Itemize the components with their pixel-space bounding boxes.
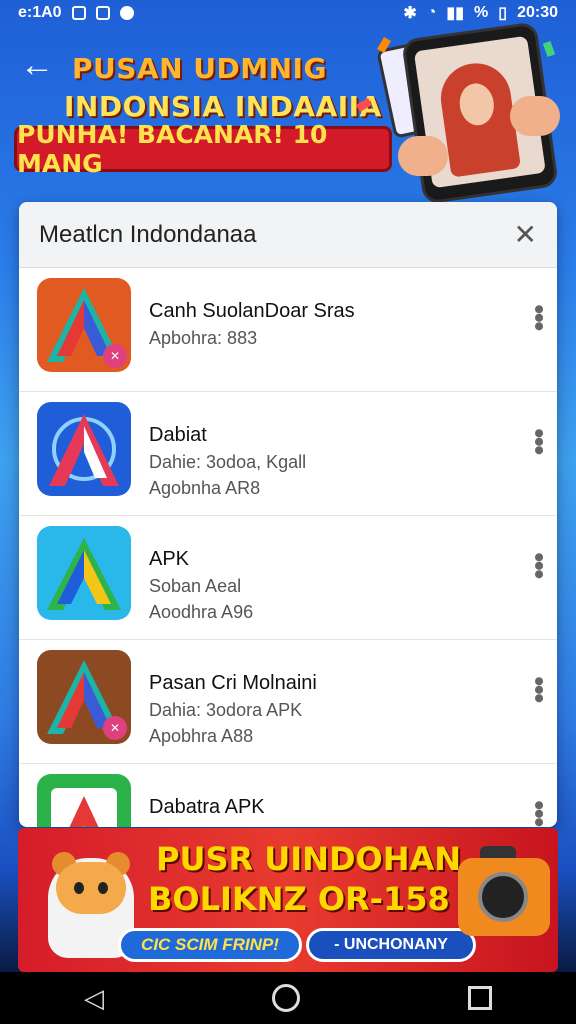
hero-red-banner: PUNHA! BACANAR! 10 MANG (14, 120, 392, 178)
hand-illustration (398, 136, 448, 176)
dialog-header: Meatlcn Indondanaa ✕ (19, 202, 557, 268)
app-detail: Aoodhra A96 (149, 602, 254, 622)
hero-banner: ← PUSAN UDMNIG INDONSIA INDAAIIA PUNHA! … (0, 21, 576, 206)
app-icon: ✕ (37, 650, 131, 744)
dialog-title: Meatlcn Indondanaa (39, 220, 257, 248)
system-nav-bar: ◁ (0, 972, 576, 1024)
app-detail: Agobnha AR8 (149, 478, 261, 498)
app-name: APK (149, 548, 190, 570)
location-icon (119, 6, 134, 20)
list-item[interactable]: Dabatra APK ••• (19, 764, 557, 827)
nav-recents-icon[interactable] (468, 986, 492, 1010)
app-detail: Dahie: 3odoa, Kgall (149, 452, 307, 472)
status-time: 20:30 (517, 4, 558, 21)
more-vert-icon[interactable]: ••• (522, 552, 555, 578)
promo-pill-right[interactable]: - UNCHONANY (306, 928, 476, 962)
list-item[interactable]: APK Soban Aeal Aoodhra A96 ••• (19, 516, 557, 640)
app-name: Dabatra APK (149, 796, 265, 818)
app-detail: Dahia: 3odora APK (149, 700, 303, 720)
app-detail: Apbohra: 883 (149, 328, 258, 348)
badge-icon: ✕ (103, 344, 127, 368)
app-icon: ✕ (37, 278, 131, 372)
promo-title-line2: BOLIKNZ OR-158 (148, 880, 450, 918)
app-name: Dabiat (149, 424, 207, 446)
gallery-notification-icon (95, 6, 110, 20)
status-left-text: e:1A0 (18, 4, 62, 21)
app-list: ✕ Canh SuolanDoar Sras Apbohra: 883 ••• … (19, 268, 557, 827)
hero-title-line2: INDONSIA INDAAIIA (64, 90, 382, 123)
nav-back-icon[interactable]: ◁ (84, 983, 104, 1014)
promo-title-line1: PUSR UINDOHAN (156, 840, 462, 878)
back-arrow-icon[interactable]: ← (20, 48, 54, 82)
more-vert-icon[interactable]: ••• (522, 304, 555, 330)
battery-icon: ▯ (498, 5, 508, 22)
status-bar: e:1A0 ✱ ◔ ▮▮ % ▯ 20:30 (0, 0, 576, 26)
confetti-shape (542, 41, 556, 57)
camera-illustration (458, 858, 550, 936)
app-name: Canh SuolanDoar Sras (149, 300, 355, 322)
battery-percent: % (474, 4, 489, 21)
nav-home-icon[interactable] (272, 984, 300, 1012)
app-detail: Soban Aeal (149, 576, 242, 596)
app-icon (37, 774, 131, 827)
promo-pill-left[interactable]: CIC SCIM FRINP! (118, 928, 302, 962)
list-item[interactable]: ✕ Canh SuolanDoar Sras Apbohra: 883 ••• (19, 268, 557, 392)
more-vert-icon[interactable]: ••• (522, 676, 555, 702)
app-icon (37, 526, 131, 620)
more-vert-icon[interactable]: ••• (522, 800, 555, 826)
hand-illustration (510, 96, 560, 136)
more-vert-icon[interactable]: ••• (522, 428, 555, 454)
app-notification-icon (71, 6, 86, 20)
app-list-dialog: Meatlcn Indondanaa ✕ ✕ Canh SuolanDoar S… (19, 202, 557, 827)
app-name: Pasan Cri Molnaini (149, 672, 317, 694)
close-icon[interactable]: ✕ (514, 218, 537, 251)
wifi-icon: ◔ (426, 4, 437, 21)
app-detail: Apobhra A88 (149, 726, 254, 746)
hero-title-line1: PUSAN UDMNIG (72, 52, 327, 85)
list-item[interactable]: ✕ Pasan Cri Molnaini Dahia: 3odora APK A… (19, 640, 557, 764)
promo-banner[interactable]: PUSR UINDOHAN BOLIKNZ OR-158 CIC SCIM FR… (18, 828, 558, 972)
signal-icon: ▮▮ (446, 5, 465, 22)
list-item[interactable]: Dabiat Dahie: 3odoa, Kgall Agobnha AR8 •… (19, 392, 557, 516)
bluetooth-icon: ✱ (403, 5, 417, 22)
app-icon (37, 402, 131, 496)
badge-icon: ✕ (103, 716, 127, 740)
